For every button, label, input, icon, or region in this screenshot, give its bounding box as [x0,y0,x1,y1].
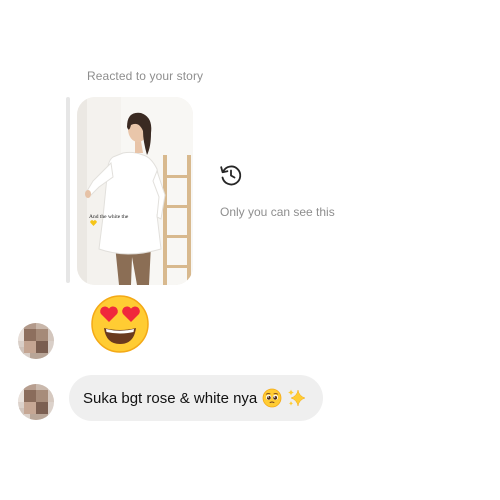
yellow-heart-icon [90,220,97,226]
dm-thread: Reacted to your story And the white the [0,0,500,500]
story-quote-bar [66,97,70,283]
story-photo [77,97,193,285]
story-thumbnail[interactable]: And the white the [77,97,193,285]
sparkles-emoji [288,389,307,407]
story-caption: And the white the [89,214,128,226]
sender-avatar[interactable] [18,384,54,420]
private-notice: Only you can see this [220,205,335,219]
history-icon [220,165,242,186]
pleading-face-emoji [262,388,282,408]
heart-eyes-emoji [91,295,149,353]
story-reaction-label: Reacted to your story [87,69,204,83]
sender-avatar[interactable] [18,323,54,359]
message-text: Suka bgt rose & white nya [83,389,258,407]
message-bubble[interactable]: Suka bgt rose & white nya [69,375,324,421]
